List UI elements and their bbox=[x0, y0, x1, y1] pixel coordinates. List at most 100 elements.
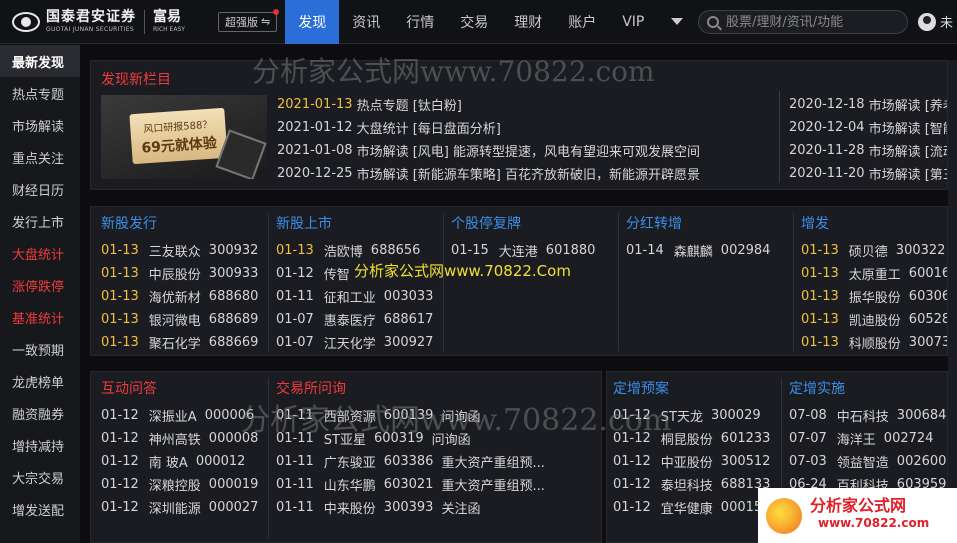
sidebar-item[interactable]: 融资融券 bbox=[0, 397, 80, 429]
stock-row[interactable]: 01-13 太原重工 600169 bbox=[801, 262, 947, 285]
section-1: 交易所问询 01-11 西部资源 600139 问询函 01-11 ST亚星 600319 问询… bbox=[276, 372, 545, 519]
row-date: 01-12 bbox=[101, 431, 139, 446]
stock-row[interactable]: 01-12 深粮控股 000019 bbox=[101, 473, 266, 496]
nav-item-6[interactable]: VIP bbox=[609, 0, 657, 44]
sidebar-item[interactable]: 涨停跌停 bbox=[0, 269, 80, 301]
stock-row[interactable]: 01-12 泰坦科技 688133 bbox=[613, 473, 778, 496]
edition-switch-button[interactable]: 超强版 ⇋ bbox=[218, 8, 280, 32]
section-title[interactable]: 增发 bbox=[801, 213, 947, 233]
section-title[interactable]: 交易所问询 bbox=[276, 378, 545, 398]
row-note: 问询函 bbox=[431, 433, 471, 448]
user-account-button[interactable]: 未 bbox=[918, 12, 953, 31]
stock-name: 三友联众 bbox=[148, 245, 201, 260]
stock-row[interactable]: 01-12 南 玻A 000012 bbox=[101, 450, 266, 473]
nav-item-3[interactable]: 交易 bbox=[447, 0, 501, 44]
discovery-item[interactable]: 2020-12-25 市场解读 [新能源车策略] 百花齐放新破旧，新能源开辟愿景 bbox=[277, 162, 700, 185]
discovery-item[interactable]: 2021-01-08 市场解读 [风电] 能源转型提速，风电有望迎来可观发展空间 bbox=[277, 139, 700, 162]
nav-item-2[interactable]: 行情 bbox=[393, 0, 447, 44]
discovery-item[interactable]: 2020-11-28 市场解读 [流动 bbox=[789, 139, 947, 162]
section-title[interactable]: 新股发行 bbox=[101, 213, 258, 233]
stock-row[interactable]: 01-12 神州高铁 000008 bbox=[101, 427, 266, 450]
stock-row[interactable]: 01-11 中来股份 300393 关注函 bbox=[276, 496, 545, 519]
stock-row[interactable]: 01-12 深振业A 000006 bbox=[101, 404, 266, 427]
sidebar-item[interactable]: 最新发现 bbox=[0, 45, 80, 77]
section-title[interactable]: 互动问答 bbox=[101, 378, 266, 398]
sidebar-item[interactable]: 热点专题 bbox=[0, 77, 80, 109]
section-title[interactable]: 定增预案 bbox=[613, 378, 778, 398]
sidebar-item[interactable]: 大盘统计 bbox=[0, 237, 80, 269]
watermark-middle: 分析家公式网www.70822.Com bbox=[354, 262, 571, 280]
stock-name: 森麒麟 bbox=[673, 245, 713, 260]
row-date: 01-12 bbox=[101, 477, 139, 492]
stock-row[interactable]: 01-12 桐昆股份 601233 bbox=[613, 427, 778, 450]
row-date: 01-12 bbox=[101, 408, 139, 423]
row-date: 01-15 bbox=[451, 243, 489, 258]
stock-row[interactable]: 01-12 深圳能源 000027 bbox=[101, 496, 266, 519]
sidebar-item[interactable]: 增发送配 bbox=[0, 493, 80, 525]
stock-row[interactable]: 01-12 中亚股份 300512 bbox=[613, 450, 778, 473]
stock-row[interactable]: 01-13 中辰股份 300933 bbox=[101, 262, 258, 285]
stock-row[interactable]: 01-13 海优新材 688680 bbox=[101, 285, 258, 308]
stock-row[interactable]: 01-11 征和工业 003033 bbox=[276, 285, 433, 308]
stock-row[interactable]: 01-13 科顺股份 300737 bbox=[801, 331, 947, 354]
row-date: 01-13 bbox=[801, 266, 839, 281]
discovery-item[interactable]: 2020-12-18 市场解读 [养老 bbox=[789, 93, 947, 116]
nav-item-4[interactable]: 理财 bbox=[501, 0, 555, 44]
sidebar-item[interactable]: 一致预期 bbox=[0, 333, 80, 365]
sidebar-item[interactable]: 大宗交易 bbox=[0, 461, 80, 493]
sidebar-item[interactable]: 龙虎榜单 bbox=[0, 365, 80, 397]
discovery-item[interactable]: 2020-12-04 市场解读 [智能 bbox=[789, 116, 947, 139]
stock-row[interactable]: 01-11 ST亚星 600319 问询函 bbox=[276, 427, 545, 450]
stock-row[interactable]: 07-03 领益智造 002600 bbox=[789, 450, 947, 473]
sidebar-item[interactable]: 重点关注 bbox=[0, 141, 80, 173]
discovery-item[interactable]: 2021-01-12 大盘统计 [每日盘面分析] bbox=[277, 116, 700, 139]
stock-row[interactable]: 01-15 大连港 601880 bbox=[451, 239, 595, 262]
stock-row[interactable]: 01-13 硕贝德 300322 bbox=[801, 239, 947, 262]
stock-name: 聚石化学 bbox=[148, 337, 201, 352]
section-title[interactable]: 分红转增 bbox=[626, 213, 770, 233]
promo-card: 风口研报588？ 69元就体验 bbox=[129, 107, 228, 165]
section-title[interactable]: 新股上市 bbox=[276, 213, 433, 233]
item-date: 2020-12-04 bbox=[789, 120, 865, 135]
sidebar-item[interactable]: 基准统计 bbox=[0, 301, 80, 333]
stock-row[interactable]: 01-13 三友联众 300932 bbox=[101, 239, 258, 262]
row-date: 01-13 bbox=[101, 335, 139, 350]
sidebar-item[interactable]: 市场解读 bbox=[0, 109, 80, 141]
stock-name: 深圳能源 bbox=[148, 502, 201, 517]
stock-row[interactable]: 07-07 海洋王 002724 bbox=[789, 427, 947, 450]
nav-item-0[interactable]: 发现 bbox=[285, 0, 340, 44]
stock-row[interactable]: 07-08 中石科技 300684 bbox=[789, 404, 947, 427]
stock-row[interactable]: 01-11 广东骏亚 603386 重大资产重组预... bbox=[276, 450, 545, 473]
stock-row[interactable]: 01-13 聚石化学 688669 bbox=[101, 331, 258, 354]
search-input[interactable] bbox=[726, 14, 896, 30]
sidebar-item[interactable]: 财经日历 bbox=[0, 173, 80, 205]
discovery-item[interactable]: 2020-11-20 市场解读 [第三 bbox=[789, 162, 947, 185]
stock-row[interactable]: 01-11 山东华鹏 603021 重大资产重组预... bbox=[276, 473, 545, 496]
stock-row[interactable]: 01-12 宜华健康 000150 bbox=[613, 496, 778, 519]
row-note: 重大资产重组预... bbox=[441, 479, 545, 494]
discovery-item[interactable]: 2021-01-13 热点专题 [钛白粉] bbox=[277, 93, 700, 116]
section-title[interactable]: 定增实施 bbox=[789, 378, 947, 398]
search-icon bbox=[707, 16, 719, 28]
stock-row[interactable]: 01-07 江天化学 300927 bbox=[276, 331, 433, 354]
stock-row[interactable]: 01-12 ST天龙 300029 bbox=[613, 404, 778, 427]
notification-dot-icon bbox=[273, 8, 280, 15]
nav-item-5[interactable]: 账户 bbox=[555, 0, 609, 44]
scrollbar[interactable] bbox=[948, 60, 957, 490]
stock-row[interactable]: 01-07 惠泰医疗 688617 bbox=[276, 308, 433, 331]
stock-row[interactable]: 01-13 振华股份 603067 bbox=[801, 285, 947, 308]
stock-row[interactable]: 01-13 浩欧博 688656 bbox=[276, 239, 433, 262]
sidebar-item[interactable]: 增持减持 bbox=[0, 429, 80, 461]
divider bbox=[443, 213, 444, 351]
stock-row[interactable]: 01-13 银河微电 688689 bbox=[101, 308, 258, 331]
stock-row[interactable]: 01-13 凯迪股份 605288 bbox=[801, 308, 947, 331]
nav-item-1[interactable]: 资讯 bbox=[339, 0, 393, 44]
section-title[interactable]: 个股停复牌 bbox=[451, 213, 595, 233]
stock-name: 太原重工 bbox=[848, 268, 901, 283]
promo-banner[interactable]: 风口研报588？ 69元就体验 bbox=[101, 95, 267, 179]
stock-row[interactable]: 01-14 森麒麟 002984 bbox=[626, 239, 770, 262]
nav-more-button[interactable] bbox=[657, 0, 697, 44]
stock-row[interactable]: 01-11 西部资源 600139 问询函 bbox=[276, 404, 545, 427]
stock-name: 大连港 bbox=[498, 245, 538, 260]
sidebar-item[interactable]: 发行上市 bbox=[0, 205, 80, 237]
